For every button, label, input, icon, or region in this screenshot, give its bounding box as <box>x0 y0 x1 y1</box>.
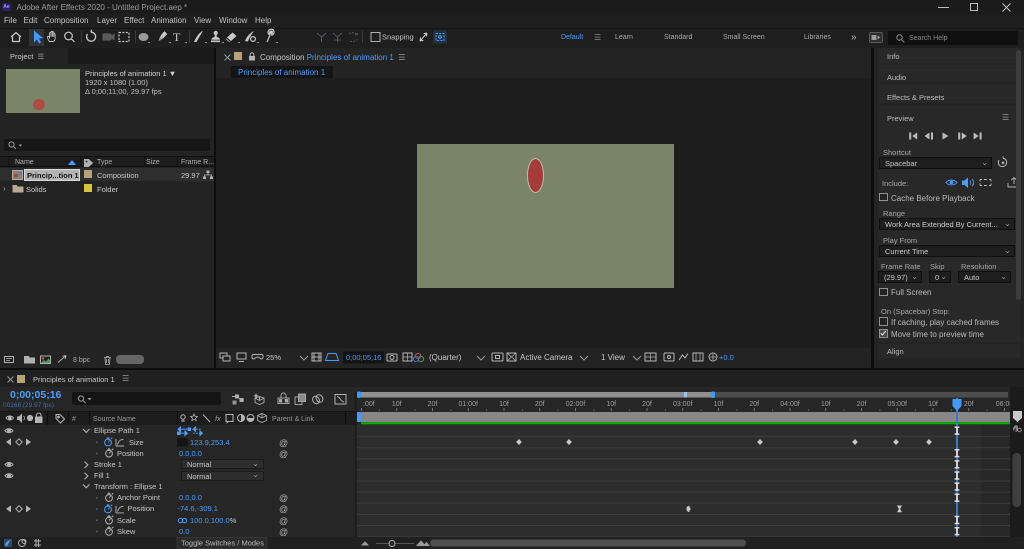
svg-text:10f: 10f <box>499 401 509 408</box>
svg-text:10f: 10f <box>821 401 831 408</box>
svg-text:01:00f: 01:00f <box>458 401 478 408</box>
svg-text:05:00f: 05:00f <box>887 401 907 408</box>
svg-text:10f: 10f <box>928 401 938 408</box>
svg-text:10f: 10f <box>392 401 402 408</box>
svg-text:10f: 10f <box>714 401 724 408</box>
svg-text:03:00f: 03:00f <box>673 401 693 408</box>
svg-text:T: T <box>173 30 181 44</box>
svg-text:20f: 20f <box>749 401 759 408</box>
svg-text:0;00;05;16: 0;00;05;16 <box>346 353 381 362</box>
svg-text:20f: 20f <box>535 401 545 408</box>
svg-text:Active Camera: Active Camera <box>520 353 573 362</box>
svg-text::00f: :00f <box>363 401 375 408</box>
svg-text:20f: 20f <box>428 401 438 408</box>
svg-text:20f: 20f <box>964 401 974 408</box>
svg-text:fx: fx <box>215 414 221 423</box>
svg-text:(Quarter): (Quarter) <box>429 353 462 362</box>
svg-text:+0.0: +0.0 <box>719 353 734 362</box>
svg-text:25%: 25% <box>266 353 281 362</box>
svg-text:20f: 20f <box>857 401 867 408</box>
svg-text:1 View: 1 View <box>601 353 625 362</box>
svg-text:20f: 20f <box>642 401 652 408</box>
svg-text:#: # <box>72 416 76 423</box>
svg-text:Snapping: Snapping <box>382 33 414 42</box>
svg-text:10f: 10f <box>606 401 616 408</box>
svg-text:Toggle Switches / Modes: Toggle Switches / Modes <box>181 539 264 548</box>
svg-text:04:00f: 04:00f <box>780 401 800 408</box>
svg-text:02:00f: 02:00f <box>566 401 586 408</box>
svg-text:Source Name: Source Name <box>93 416 136 423</box>
svg-text:Parent & Link: Parent & Link <box>272 416 315 423</box>
